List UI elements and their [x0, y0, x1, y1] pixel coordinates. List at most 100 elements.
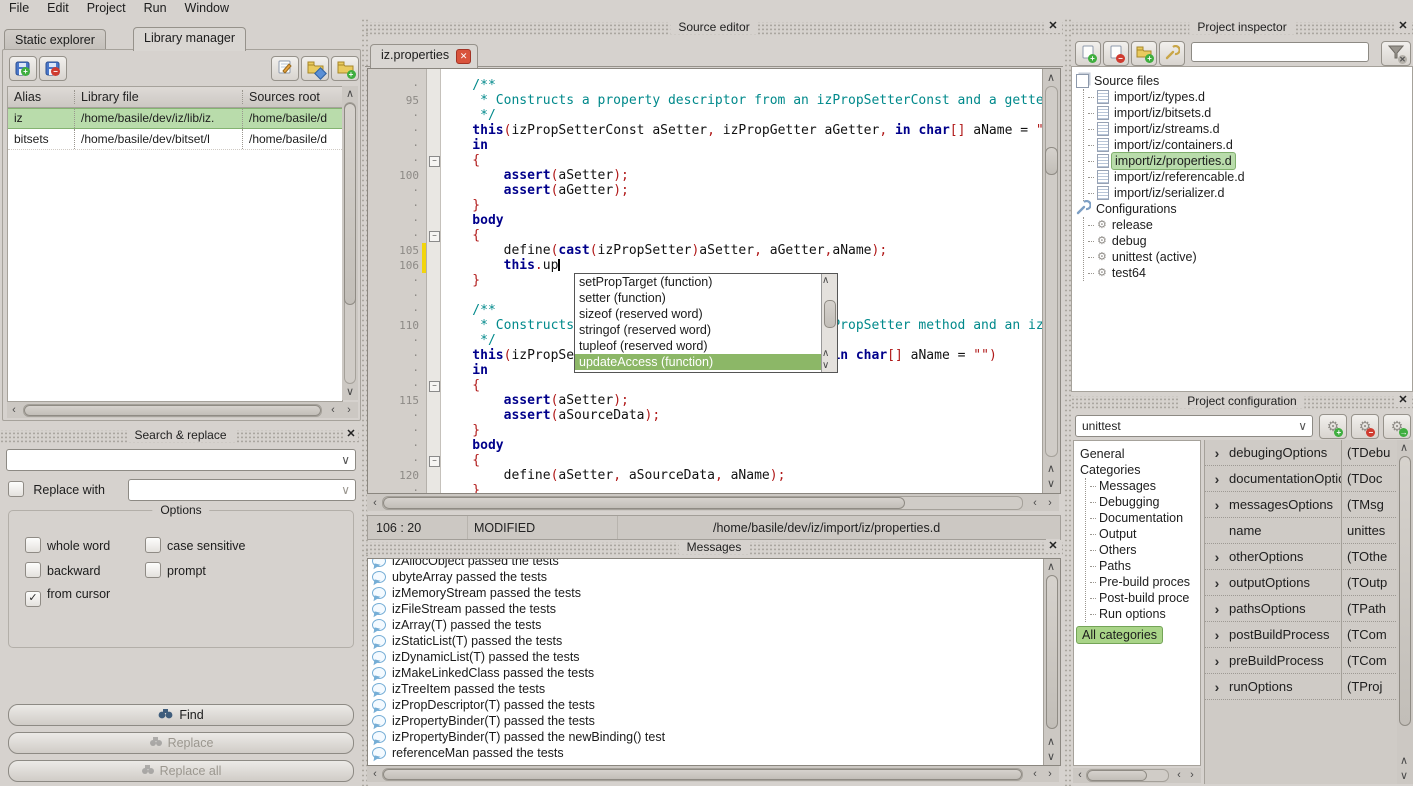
- messages-close-icon[interactable]: ✕: [1046, 539, 1060, 553]
- message-item[interactable]: referenceMan passed the tests: [368, 745, 1043, 761]
- code-line[interactable]: in: [441, 138, 1043, 153]
- library-add-folder-button[interactable]: +: [331, 56, 359, 81]
- fold-collapse-icon[interactable]: −: [429, 231, 440, 242]
- code-line[interactable]: */: [441, 108, 1043, 123]
- menu-item-run[interactable]: Run: [135, 0, 176, 16]
- code-line[interactable]: assert(aSetter);: [441, 393, 1043, 408]
- fold-collapse-icon[interactable]: −: [429, 456, 440, 467]
- completion-item[interactable]: setter (function): [575, 290, 821, 306]
- chevron-down-icon[interactable]: ∨: [341, 480, 350, 500]
- checkbox-box[interactable]: ✓: [25, 591, 41, 607]
- completion-item[interactable]: sizeof (reserved word): [575, 306, 821, 322]
- property-row[interactable]: ›runOptions(TProj: [1205, 674, 1398, 700]
- category-pre-build-proces[interactable]: Pre-build proces: [1086, 574, 1200, 590]
- category-output[interactable]: Output: [1086, 526, 1200, 542]
- menu-item-window[interactable]: Window: [176, 0, 238, 16]
- column-header-sources-root[interactable]: Sources root: [242, 90, 343, 104]
- category-run-options[interactable]: Run options: [1086, 606, 1200, 622]
- config-remove-button[interactable]: ⚙−: [1351, 414, 1379, 439]
- expander-icon[interactable]: ›: [1205, 653, 1229, 669]
- expander-icon[interactable]: ›: [1205, 497, 1229, 513]
- expander-icon[interactable]: ›: [1205, 445, 1229, 461]
- library-table-vscrollbar[interactable]: ∧ ∨: [342, 86, 358, 400]
- checkbox-box[interactable]: [145, 537, 161, 553]
- message-item[interactable]: izPropertyBinder(T) passed the newBindin…: [368, 729, 1043, 745]
- property-row[interactable]: ›debugingOptions(TDebu: [1205, 440, 1398, 466]
- expander-icon[interactable]: ›: [1205, 549, 1229, 565]
- completion-item[interactable]: tupleof (reserved word): [575, 338, 821, 354]
- library-remove-button[interactable]: −: [39, 56, 67, 81]
- search-close-icon[interactable]: ✕: [344, 427, 358, 441]
- config-add-button[interactable]: ⚙+: [1319, 414, 1347, 439]
- property-row[interactable]: ›preBuildProcess(TCom: [1205, 648, 1398, 674]
- editor-fold-margin[interactable]: − − − −: [427, 69, 441, 493]
- library-open-folder-button[interactable]: [301, 56, 329, 81]
- config-tree-hscrollbar[interactable]: ‹ ‹ ›: [1073, 768, 1201, 783]
- code-line[interactable]: {: [441, 378, 1043, 393]
- tree-item-import-iz-properties-d[interactable]: import/iz/properties.d: [1084, 153, 1412, 169]
- message-item[interactable]: izStaticList(T) passed the tests: [368, 633, 1043, 649]
- checkbox-prompt[interactable]: prompt: [145, 562, 206, 578]
- inspector-settings-button[interactable]: [1159, 41, 1185, 66]
- search-input[interactable]: ∨: [6, 449, 356, 471]
- code-line[interactable]: }: [441, 423, 1043, 438]
- splitter-right[interactable]: [1064, 18, 1071, 786]
- tree-item-import-iz-bitsets-d[interactable]: import/iz/bitsets.d: [1084, 105, 1412, 121]
- messages-hscrollbar[interactable]: ‹ ‹ ›: [367, 766, 1059, 782]
- category-categories[interactable]: Categories: [1074, 462, 1200, 478]
- message-item[interactable]: ubyteArray passed the tests: [368, 569, 1043, 585]
- code-line[interactable]: {: [441, 153, 1043, 168]
- table-row[interactable]: iz/home/basile/dev/iz/lib/iz./home/basil…: [8, 108, 342, 129]
- code-line[interactable]: assert(aGetter);: [441, 183, 1043, 198]
- config-sync-button[interactable]: ⚙→: [1383, 414, 1411, 439]
- code-line[interactable]: assert(aSourceData);: [441, 408, 1043, 423]
- message-item[interactable]: izDynamicList(T) passed the tests: [368, 649, 1043, 665]
- completion-item[interactable]: setPropTarget (function): [575, 274, 821, 290]
- tree-root-configurations[interactable]: Configurations: [1072, 201, 1412, 217]
- code-line[interactable]: * Constructs a property descriptor from …: [441, 93, 1043, 108]
- code-line[interactable]: {: [441, 228, 1043, 243]
- editor-hscrollbar[interactable]: ‹ ‹ ›: [367, 494, 1059, 511]
- code-line[interactable]: body: [441, 438, 1043, 453]
- tab-close-icon[interactable]: ✕: [456, 49, 471, 64]
- category-others[interactable]: Others: [1086, 542, 1200, 558]
- message-item[interactable]: izAllocObject passed the tests: [368, 558, 1043, 569]
- fold-collapse-icon[interactable]: −: [429, 156, 440, 167]
- library-edit-button[interactable]: [271, 56, 299, 81]
- message-item[interactable]: izFileStream passed the tests: [368, 601, 1043, 617]
- tree-item-unittest-active[interactable]: ⚙unittest (active): [1084, 249, 1412, 265]
- message-item[interactable]: izPropDescriptor(T) passed the tests: [368, 697, 1043, 713]
- tree-item-test64[interactable]: ⚙test64: [1084, 265, 1412, 281]
- replace-input[interactable]: ∨: [128, 479, 356, 501]
- tree-item-import-iz-referencable-d[interactable]: import/iz/referencable.d: [1084, 169, 1412, 185]
- editor-vscrollbar[interactable]: ∧ ∧ ∨: [1042, 69, 1060, 493]
- tree-item-import-iz-types-d[interactable]: import/iz/types.d: [1084, 89, 1412, 105]
- inspector-filter-button[interactable]: ✕: [1381, 41, 1411, 66]
- config-grid-vscrollbar[interactable]: ∧ ∧ ∨: [1397, 440, 1413, 784]
- code-line[interactable]: define(cast(izPropSetter)aSetter, aGette…: [441, 243, 1043, 258]
- menu-item-edit[interactable]: Edit: [38, 0, 78, 16]
- completion-item[interactable]: updateAccess (function): [575, 354, 821, 370]
- message-item[interactable]: izPropertyBinder(T) passed the tests: [368, 713, 1043, 729]
- category-paths[interactable]: Paths: [1086, 558, 1200, 574]
- column-header-library-file[interactable]: Library file: [74, 90, 242, 104]
- property-row[interactable]: ›pathsOptions(TPath: [1205, 596, 1398, 622]
- property-row[interactable]: ›messagesOptions(TMsg: [1205, 492, 1398, 518]
- category-debugging[interactable]: Debugging: [1086, 494, 1200, 510]
- tree-item-release[interactable]: ⚙release: [1084, 217, 1412, 233]
- category-general[interactable]: General: [1074, 446, 1200, 462]
- completion-item[interactable]: stringof (reserved word): [575, 322, 821, 338]
- code-line[interactable]: }: [441, 198, 1043, 213]
- property-row[interactable]: ›documentationOptions(TDoc: [1205, 466, 1398, 492]
- table-row[interactable]: bitsets/home/basile/dev/bitset/l/home/ba…: [8, 129, 342, 150]
- checkbox-box[interactable]: [25, 537, 41, 553]
- category-documentation[interactable]: Documentation: [1086, 510, 1200, 526]
- code-line[interactable]: define(aSetter, aSourceData, aName);: [441, 468, 1043, 483]
- code-line[interactable]: this.up: [441, 258, 1043, 273]
- fold-collapse-icon[interactable]: −: [429, 381, 440, 392]
- checkbox-backward[interactable]: backward: [25, 562, 101, 578]
- code-line[interactable]: }: [441, 483, 1043, 493]
- editor-tab[interactable]: iz.properties ✕: [370, 44, 478, 68]
- expander-icon[interactable]: ›: [1205, 471, 1229, 487]
- config-close-icon[interactable]: ✕: [1396, 393, 1410, 407]
